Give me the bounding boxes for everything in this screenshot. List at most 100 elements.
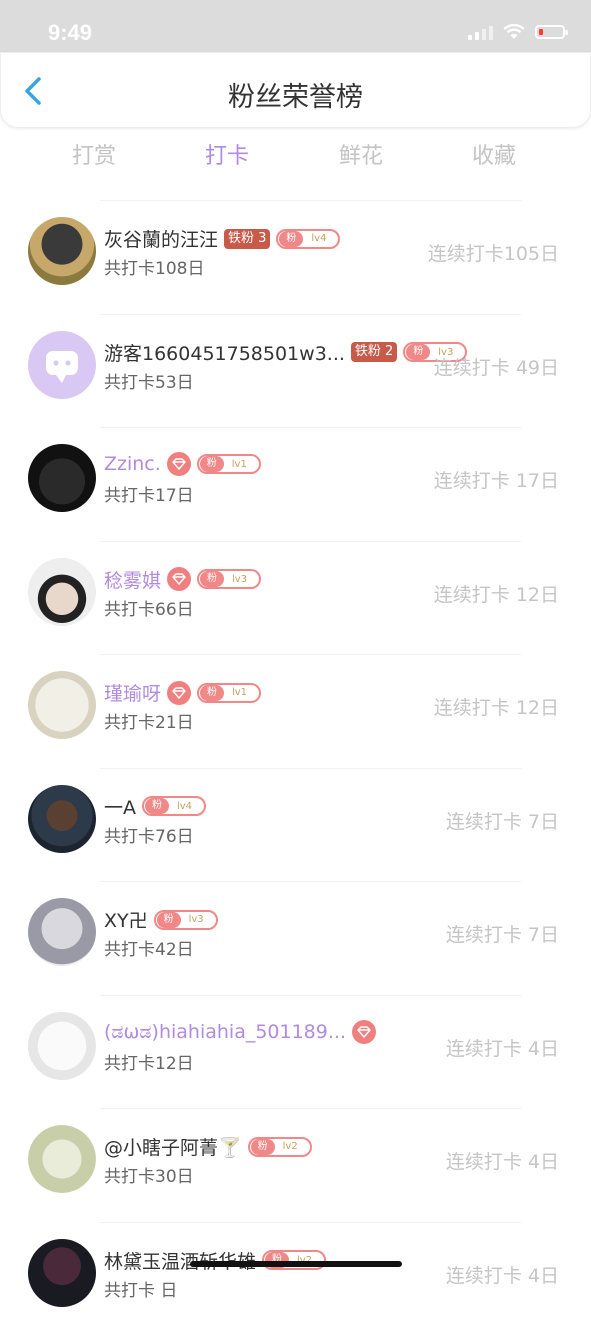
name-line: 稔雾娸 粉 lv3 <box>104 566 262 593</box>
avatar-dark-icon[interactable] <box>28 1238 96 1307</box>
list-item[interactable]: 瑾瑜呀 粉 lv1 共打卡21日 连续打卡 12日 <box>0 654 591 767</box>
total-checkin: 共打卡17日 <box>104 486 194 506</box>
home-indicator[interactable] <box>190 1261 402 1267</box>
avatar-bear-icon[interactable] <box>28 1125 96 1193</box>
name-line: 游客1660451758501w3... 铁粉 2 粉 lv3 <box>104 339 468 366</box>
list-item[interactable]: 游客1660451758501w3... 铁粉 2 粉 lv3 共打卡53日 连续打卡 4… <box>0 313 591 427</box>
fan-badge-label: 粉 <box>200 571 225 587</box>
avatar-hat-icon[interactable] <box>28 557 96 626</box>
wifi-icon <box>503 24 525 39</box>
tab-flowers[interactable]: 鲜花 <box>311 138 411 170</box>
avatar-paper-icon[interactable] <box>28 671 96 739</box>
diamond-icon <box>167 680 192 705</box>
fan-name[interactable]: 灰谷蘭的汪汪 <box>104 225 218 252</box>
list-item[interactable]: XY卍粉 lv3 共打卡42日 连续打卡 7日 <box>0 881 591 994</box>
fan-name[interactable]: Zzinc. <box>104 453 161 475</box>
fan-name[interactable]: 林黛玉温酒斩华雄 <box>104 1247 256 1274</box>
fan-name[interactable]: (ಡωಡ)hiahiahia_501189... <box>104 1021 346 1043</box>
streak-days: 连续打卡 17日 <box>433 470 559 492</box>
diamond-icon <box>167 567 192 591</box>
status-time: 9:49 <box>48 20 93 45</box>
avatar-guest-icon[interactable] <box>28 330 96 399</box>
fan-name[interactable]: 游客1660451758501w3... <box>104 339 345 366</box>
name-line: (ಡωಡ)hiahiahia_501189... <box>104 1019 376 1044</box>
avatar-silver-icon[interactable] <box>28 898 96 966</box>
total-checkin: 共打卡108日 <box>104 259 205 279</box>
fan-level: lv3 <box>231 573 248 585</box>
fan-badge-label: 粉 <box>145 798 169 814</box>
list-item[interactable]: @小瞎子阿菁🍸 粉 lv2 共打卡30日 连续打卡 4日 <box>0 1108 591 1221</box>
total-checkin: 共打卡30日 <box>104 1167 194 1187</box>
total-checkin: 共打卡53日 <box>104 372 194 393</box>
divider <box>100 540 521 542</box>
streak-days: 连续打卡 49日 <box>433 356 559 379</box>
list-item[interactable]: 林黛玉温酒斩华雄粉 lv2 共打卡 日 连续打卡 4日 <box>0 1221 591 1335</box>
diamond-icon <box>351 1019 376 1044</box>
divider <box>100 1108 521 1109</box>
total-checkin: 共打卡66日 <box>104 599 194 620</box>
streak-days: 连续打卡 12日 <box>433 697 559 719</box>
list-item[interactable]: 灰谷蘭的汪汪 铁粉 3 粉 lv4 共打卡108日 连续打卡105日 <box>0 200 591 313</box>
avatar-girl-icon[interactable] <box>28 444 96 512</box>
divider <box>100 654 521 655</box>
fan-name[interactable]: XY卍 <box>104 906 148 933</box>
streak-days: 连续打卡 4日 <box>445 1037 559 1060</box>
diamond-icon <box>166 452 191 476</box>
iron-fan-badge: 铁粉 3 <box>224 228 271 249</box>
divider <box>100 1221 521 1223</box>
fan-name[interactable]: 稔雾娸 <box>104 566 161 593</box>
fan-badge-label: 粉 <box>279 230 304 247</box>
divider <box>100 994 521 996</box>
fan-badge-label: 粉 <box>199 456 224 472</box>
battery-icon <box>535 25 568 39</box>
total-checkin: 共打卡42日 <box>104 940 194 960</box>
fan-name[interactable]: 瑾瑜呀 <box>104 679 161 706</box>
fan-name[interactable]: @小瞎子阿菁🍸 <box>104 1133 242 1160</box>
total-checkin: 共打卡 日 <box>104 1280 178 1301</box>
fan-badge-label: 粉 <box>200 684 225 701</box>
tab-checkin[interactable]: 打卡 <box>177 138 277 170</box>
page-title: 粉丝荣誉榜 <box>228 82 363 113</box>
streak-days: 连续打卡 4日 <box>445 1264 559 1287</box>
fan-level: lv1 <box>231 687 248 698</box>
status-icons <box>468 24 568 40</box>
name-line: 一A 粉 lv4 <box>104 793 206 820</box>
total-checkin: 共打卡12日 <box>104 1053 194 1074</box>
avatar-mask-icon[interactable] <box>28 217 96 285</box>
divider <box>100 200 521 201</box>
avatar-boy-icon[interactable] <box>28 784 96 853</box>
fan-level: lv3 <box>188 914 204 925</box>
divider <box>100 427 521 428</box>
iron-fan-badge: 铁粉 2 <box>350 342 398 362</box>
divider <box>100 767 521 769</box>
name-line: 瑾瑜呀 粉 lv1 <box>104 679 262 706</box>
fan-level-badge: 粉 lv2 <box>247 1136 312 1157</box>
fan-name[interactable]: 一A <box>104 793 136 820</box>
list-item[interactable]: (ಡωಡ)hiahiahia_501189... 共打卡12日 连续打卡 4日 <box>0 994 591 1108</box>
fan-level: lv4 <box>176 800 193 812</box>
tab-favorites[interactable]: 收藏 <box>444 138 544 170</box>
nav-bar: 粉丝荣誉榜 <box>0 52 591 128</box>
tab-reward[interactable]: 打赏 <box>44 138 144 170</box>
fan-badge-label: 粉 <box>156 911 181 928</box>
name-line: Zzinc. 粉 lv1 <box>104 452 261 476</box>
streak-days: 连续打卡 7日 <box>445 810 559 833</box>
name-line: 林黛玉温酒斩华雄粉 lv2 <box>104 1247 327 1274</box>
fan-badge-label: 粉 <box>406 344 431 360</box>
fan-level: lv1 <box>231 458 247 470</box>
streak-days: 连续打卡 12日 <box>433 583 559 606</box>
fan-level: lv4 <box>311 233 327 244</box>
divider <box>100 881 521 882</box>
list-item[interactable]: 稔雾娸 粉 lv3 共打卡66日 连续打卡 12日 <box>0 540 591 654</box>
avatar-sketch-icon[interactable] <box>28 1011 96 1080</box>
list-item[interactable]: Zzinc. 粉 lv1 共打卡17日 连续打卡 17日 <box>0 427 591 540</box>
fan-level: lv2 <box>282 1141 298 1152</box>
streak-days: 连续打卡105日 <box>427 243 559 265</box>
list-item[interactable]: 一A 粉 lv4 共打卡76日 连续打卡 7日 <box>0 767 591 881</box>
fan-level-badge: 粉 lv1 <box>197 682 262 703</box>
fan-badge-label: 粉 <box>250 1138 275 1155</box>
name-line: @小瞎子阿菁🍸 粉 lv2 <box>104 1133 312 1160</box>
total-checkin: 共打卡76日 <box>104 826 194 847</box>
fan-level-badge: 粉 lv3 <box>153 909 218 930</box>
divider <box>100 313 521 315</box>
